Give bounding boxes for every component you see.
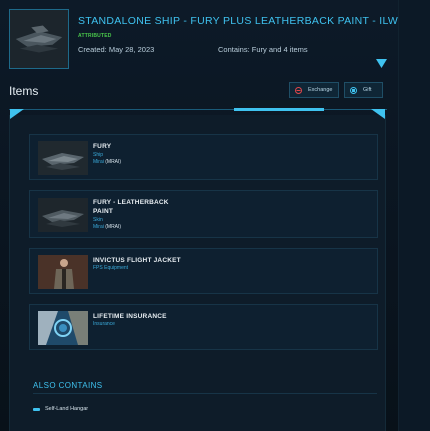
bullet-icon (33, 407, 40, 411)
item-name: INVICTUS FLIGHT JACKET (93, 257, 181, 264)
pledge-title: STANDALONE SHIP - FURY PLUS LEATHERBACK … (78, 15, 399, 27)
items-heading: Items (9, 84, 39, 98)
panel-corner-left (10, 109, 24, 119)
item-maker: Mirai (MRAI) (93, 159, 122, 165)
section-divider (9, 108, 387, 111)
item-maker: Mirai (MRAI) (93, 224, 122, 230)
exchange-icon (295, 86, 302, 94)
gift-icon (350, 86, 357, 94)
also-contains-divider (33, 393, 377, 394)
also-contains-heading: ALSO CONTAINS (33, 381, 103, 390)
item-name: LIFETIME INSURANCE (93, 313, 167, 320)
also-contains-item: Self-Land Hangar (33, 406, 88, 412)
item-type: Skin (93, 217, 103, 223)
paint-thumbnail (38, 198, 88, 232)
right-scroll-strip (398, 0, 430, 431)
contains-summary: Contains: Fury and 4 items (218, 45, 308, 54)
panel-corner-right (371, 109, 385, 119)
item-name: FURY - LEATHERBACK PAINT (93, 199, 169, 215)
ship-image (10, 10, 68, 68)
list-item[interactable]: FURY - LEATHERBACK PAINT Skin Mirai (MRA… (29, 190, 378, 238)
pledge-detail-page: STANDALONE SHIP - FURY PLUS LEATHERBACK … (0, 0, 430, 431)
list-item[interactable]: FURY Ship Mirai (MRAI) (29, 134, 378, 180)
status-badge: ATTRIBUTED (78, 33, 112, 39)
exchange-button[interactable]: Exchange (289, 82, 339, 98)
ship-thumbnail (38, 141, 88, 175)
created-date: Created: May 28, 2023 (78, 45, 155, 54)
chevron-down-icon[interactable] (376, 59, 387, 68)
jacket-thumbnail (38, 255, 88, 289)
also-contains-label: Self-Land Hangar (45, 406, 89, 412)
item-name: FURY (93, 143, 112, 150)
insurance-thumbnail (38, 311, 88, 345)
gift-label: Gift (363, 87, 372, 93)
exchange-label: Exchange (308, 87, 333, 93)
gift-button[interactable]: Gift (344, 82, 383, 98)
item-type: FPS Equipment (93, 265, 129, 271)
pledge-thumbnail (9, 9, 69, 69)
list-item[interactable]: LIFETIME INSURANCE Insurance (29, 304, 378, 350)
item-type: Ship (93, 152, 104, 158)
list-item[interactable]: INVICTUS FLIGHT JACKET FPS Equipment (29, 248, 378, 294)
item-type: Insurance (93, 321, 115, 327)
